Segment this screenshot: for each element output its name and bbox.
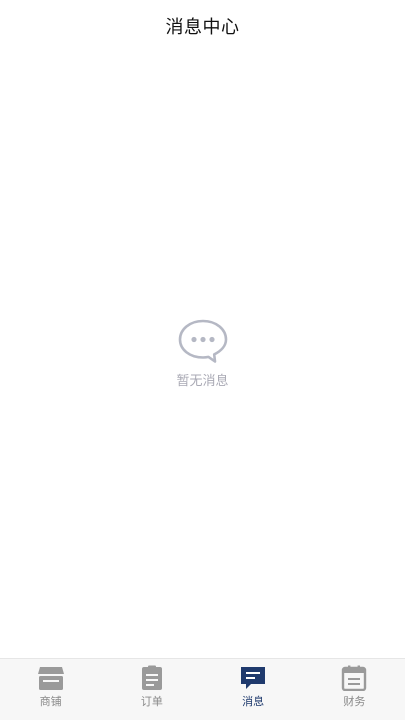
- page-title: 消息中心: [165, 17, 240, 38]
- chat-bubble-icon: [178, 319, 227, 363]
- tab-label: 商铺: [39, 695, 62, 708]
- empty-state-text: 暂无消息: [176, 374, 229, 389]
- tab-label: 财务: [343, 695, 366, 708]
- bottom-tab-bar: 商铺 订单 消息 财务: [0, 658, 405, 720]
- tab-finance[interactable]: 财务: [304, 659, 405, 720]
- tab-store[interactable]: 商铺: [0, 659, 101, 720]
- tab-label: 订单: [140, 695, 163, 708]
- tab-label: 消息: [242, 695, 265, 708]
- message-list-area: 暂无消息: [0, 52, 405, 658]
- tab-orders[interactable]: 订单: [101, 659, 202, 720]
- header-bar: 消息中心: [0, 0, 405, 52]
- empty-state: 暂无消息: [0, 318, 405, 389]
- message-icon: [241, 667, 266, 689]
- calendar-icon: [342, 665, 367, 691]
- clipboard-icon: [141, 665, 162, 690]
- tab-messages[interactable]: 消息: [203, 659, 304, 720]
- store-icon: [37, 667, 64, 690]
